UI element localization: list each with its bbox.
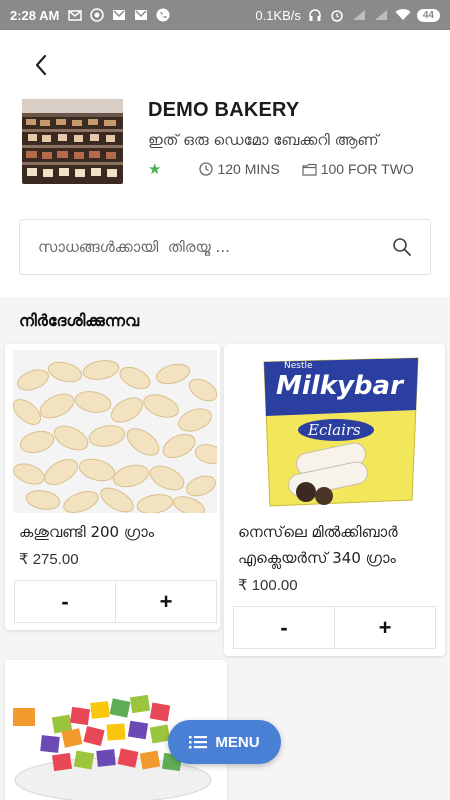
product-image-milkybar: Nestle Milkybar Eclairs (236, 350, 440, 513)
product-price: ₹ 275.00 (19, 551, 79, 568)
search-box[interactable] (19, 219, 431, 275)
wifi-icon (395, 8, 411, 22)
whatsapp-icon (89, 8, 105, 22)
headphones-icon (307, 8, 323, 22)
alarm-icon (329, 8, 345, 22)
star-icon: ★ (148, 161, 162, 178)
section-title: നിർദേശിക്കുന്നവ (19, 311, 140, 330)
product-name: കശുവണ്ടി 200 ഗ്രാം (19, 523, 154, 541)
svg-text:Eclairs: Eclairs (307, 421, 361, 439)
network-speed: 0.1KB/s (255, 7, 301, 23)
signal-icon (373, 8, 389, 22)
notification-icons (67, 8, 171, 22)
product-name-line1: നെസ്‌ലെ മിൽക്കിബാർ (238, 523, 398, 541)
menu-button-label: MENU (215, 733, 260, 751)
store-image (22, 99, 123, 184)
product-price: ₹ 100.00 (238, 577, 298, 594)
delivery-time-label: 120 MINS (217, 161, 280, 177)
phone-icon (155, 8, 171, 22)
gmail-icon (133, 8, 149, 22)
list-icon (189, 736, 208, 749)
svg-text:Milkybar: Milkybar (276, 371, 405, 401)
product-image-cashew (13, 350, 217, 513)
quantity-stepper: - + (14, 580, 217, 623)
signal-icon (351, 8, 367, 22)
product-card[interactable]: Nestle Milkybar Eclairs നെസ്‌ലെ മിൽക്കിബ… (224, 344, 445, 656)
search-icon[interactable] (392, 237, 412, 257)
increase-button[interactable]: + (334, 607, 435, 648)
product-name-line2: എക്ലെയർസ് 340 ഗ്രാം (238, 549, 396, 567)
mail-icon (67, 8, 83, 22)
gmail-icon (111, 8, 127, 22)
delivery-time: 120 MINS (199, 161, 280, 177)
back-button[interactable] (26, 50, 56, 80)
quantity-stepper: - + (233, 606, 436, 649)
cost-for-two-label: 100 FOR TWO (320, 161, 414, 177)
store-name: DEMO BAKERY (148, 99, 300, 121)
back-arrow-icon (35, 54, 47, 76)
store-meta: ★ 120 MINS 100 FOR TWO (148, 160, 436, 178)
store-description: ഇത് ഒരു ഡെമോ ബേക്കറി ആണ് (148, 131, 379, 149)
decrease-button[interactable]: - (15, 581, 115, 622)
status-bar: 2:28 AM 0.1KB/s 44 (0, 0, 450, 30)
product-card[interactable]: കശുവണ്ടി 200 ഗ്രാം ₹ 275.00 - + (5, 344, 220, 630)
menu-button[interactable]: MENU (168, 720, 281, 764)
svg-text:Nestle: Nestle (284, 361, 313, 371)
wallet-icon (302, 163, 317, 176)
search-input[interactable] (38, 238, 392, 256)
decrease-button[interactable]: - (234, 607, 334, 648)
clock-icon (199, 162, 214, 176)
cost-for-two: 100 FOR TWO (302, 161, 414, 177)
status-right: 0.1KB/s 44 (255, 8, 440, 23)
status-time: 2:28 AM (10, 7, 60, 23)
increase-button[interactable]: + (115, 581, 216, 622)
battery-level: 44 (416, 8, 440, 22)
